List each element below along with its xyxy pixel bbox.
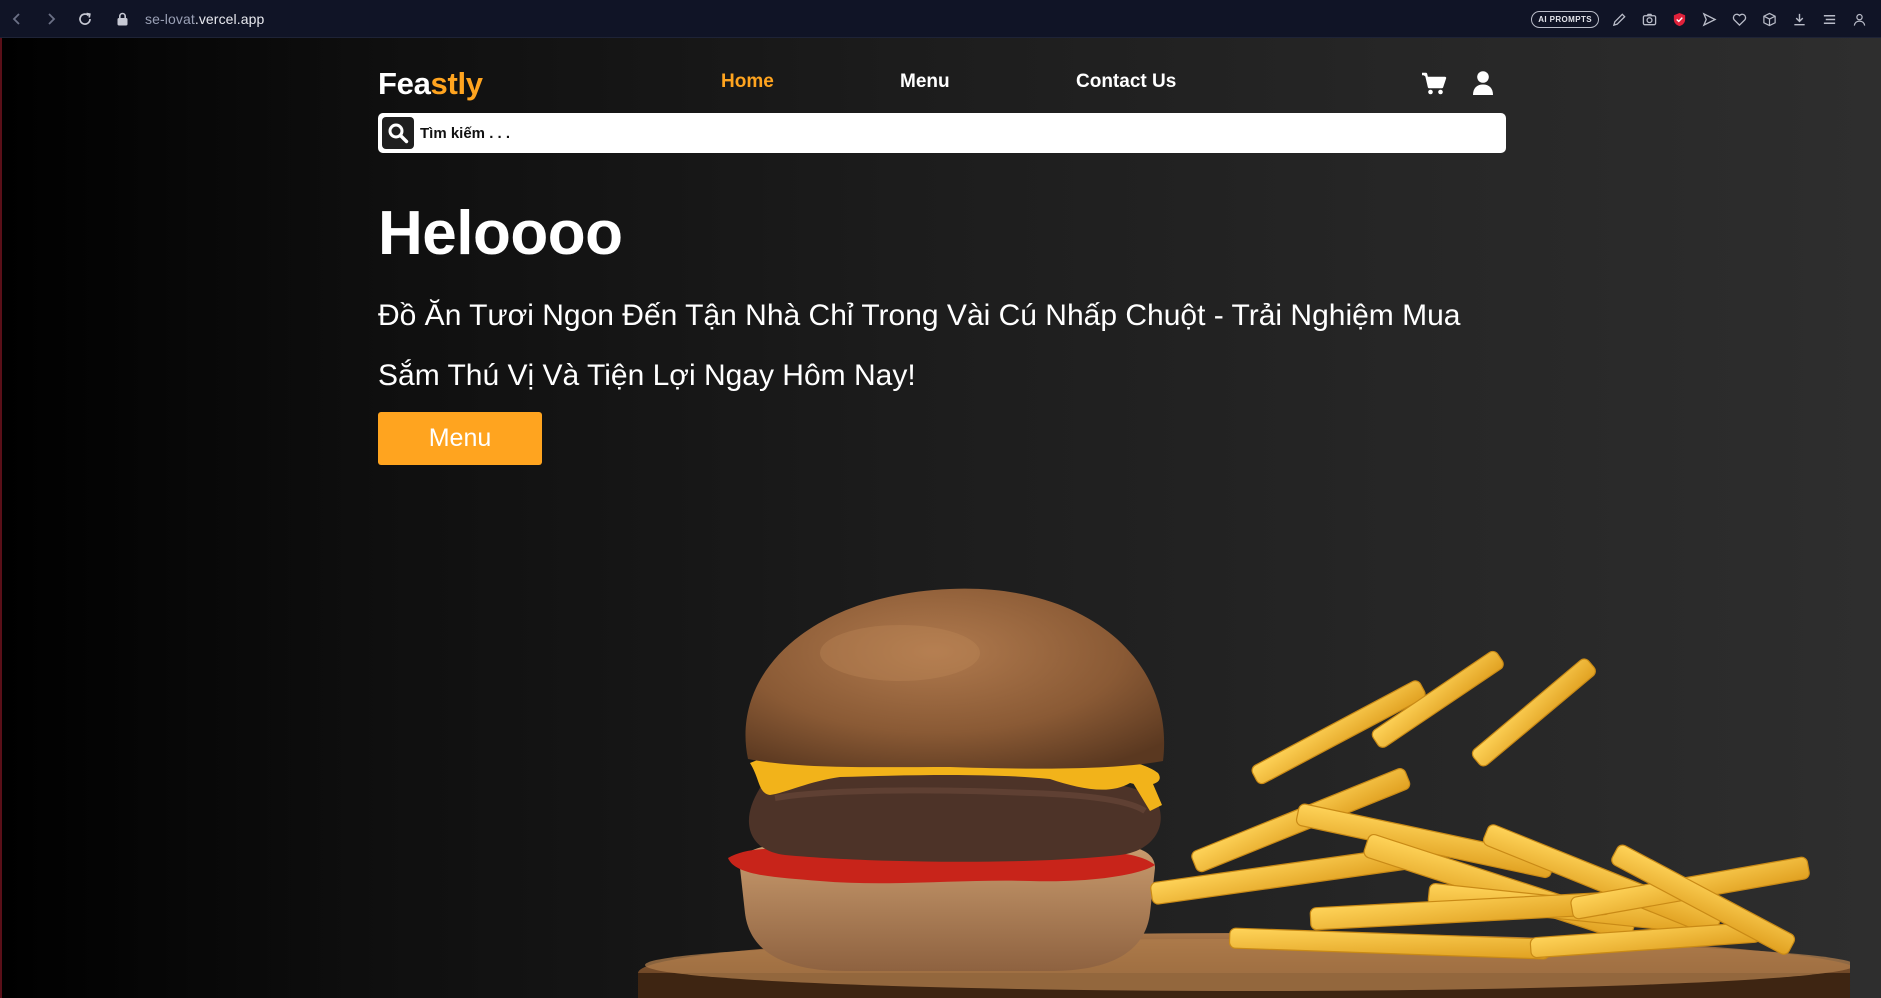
lock-icon[interactable]: [116, 12, 129, 26]
heart-icon[interactable]: [1729, 9, 1749, 29]
reload-icon: [79, 12, 91, 25]
download-icon[interactable]: [1789, 9, 1809, 29]
camera-icon[interactable]: [1639, 9, 1659, 29]
user-icon[interactable]: [1472, 70, 1494, 96]
cube-icon[interactable]: [1759, 9, 1779, 29]
site-header: Feastly Home Menu Contact Us: [378, 62, 1506, 112]
reload-button[interactable]: [68, 0, 102, 38]
forward-button[interactable]: [34, 0, 68, 38]
menu-lines-icon[interactable]: [1819, 9, 1839, 29]
search-bar: [378, 113, 1506, 153]
main-nav: Home Menu Contact Us: [378, 62, 1506, 112]
search-input[interactable]: [420, 124, 1480, 142]
edit-icon[interactable]: [1609, 9, 1629, 29]
search-button[interactable]: [382, 117, 414, 149]
menu-button[interactable]: Menu: [378, 412, 542, 465]
nav-link-menu[interactable]: Menu: [900, 71, 950, 93]
url-host-rest: .vercel.app: [194, 10, 265, 27]
back-button[interactable]: [0, 0, 34, 38]
hero-title: Heloooo: [378, 199, 623, 268]
window-edge: [0, 38, 2, 998]
browser-toolbar: se-lovat.vercel.app AI PROMPTS: [0, 0, 1881, 38]
address-bar[interactable]: se-lovat.vercel.app: [145, 11, 264, 27]
ai-prompts-button[interactable]: AI PROMPTS: [1531, 10, 1599, 28]
search-icon: [388, 123, 409, 144]
hero-subtitle: Đồ Ăn Tươi Ngon Đến Tận Nhà Chỉ Trong Và…: [378, 299, 1461, 392]
burger-fries-image: [638, 588, 1850, 998]
profile-icon[interactable]: [1849, 9, 1869, 29]
page: Feastly Home Menu Contact Us Heloooo Đồ …: [0, 38, 1881, 998]
nav-link-home[interactable]: Home: [721, 71, 774, 93]
cart-icon[interactable]: [1421, 72, 1447, 96]
toolbar-actions: AI PROMPTS: [1531, 0, 1869, 38]
shield-icon[interactable]: [1669, 9, 1689, 29]
send-icon[interactable]: [1699, 9, 1719, 29]
forward-arrow-icon: [48, 12, 56, 25]
nav-link-contact[interactable]: Contact Us: [1076, 71, 1176, 93]
back-arrow-icon: [12, 12, 20, 25]
url-host-prefix: se-lovat: [145, 10, 195, 27]
